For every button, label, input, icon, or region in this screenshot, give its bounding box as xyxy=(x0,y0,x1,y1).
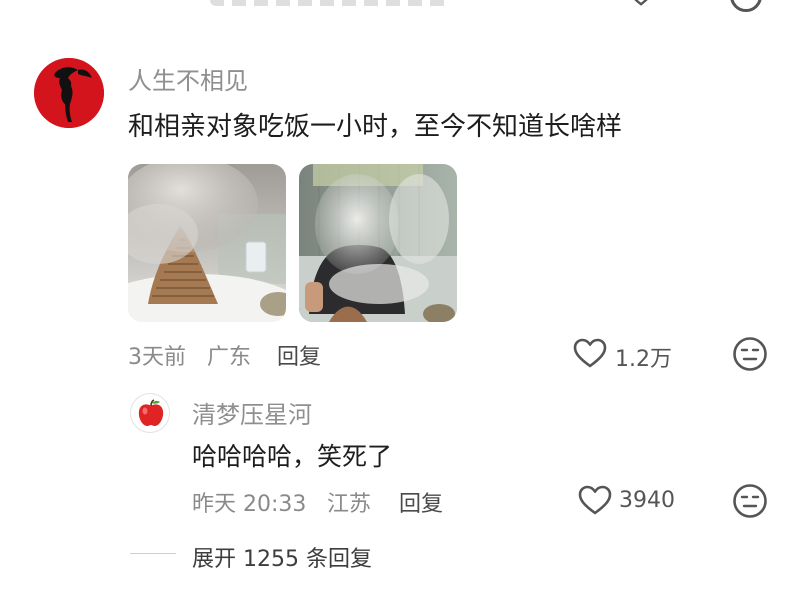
expand-replies-button[interactable]: 展开 1255 条回复 xyxy=(192,541,372,573)
photo-fog-sculpture-icon xyxy=(128,164,286,322)
reply-location: 江苏 xyxy=(327,492,372,517)
heart-icon[interactable] xyxy=(626,0,656,8)
avatar[interactable] xyxy=(34,58,104,128)
comment-time: 3天前 xyxy=(128,345,186,370)
comment-image-1[interactable] xyxy=(128,164,286,322)
red-dancer-avatar-icon xyxy=(34,58,104,128)
comment-image-2[interactable] xyxy=(299,164,457,322)
heart-icon[interactable] xyxy=(572,337,608,369)
comment-like-count: 1.2万 xyxy=(615,347,672,372)
reply-text: 哈哈哈哈，笑死了 xyxy=(192,442,393,471)
expand-divider xyxy=(130,553,176,554)
reply-like-count: 3940 xyxy=(619,488,675,513)
neutral-face-icon[interactable] xyxy=(732,483,768,519)
avatar[interactable] xyxy=(130,393,170,433)
reply-time: 昨天 20:33 xyxy=(192,492,307,517)
neutral-face-icon[interactable] xyxy=(730,0,762,12)
comment-username[interactable]: 人生不相见 xyxy=(128,61,248,96)
comment-text: 和相亲对象吃饭一小时，至今不知道长啥样 xyxy=(128,112,623,142)
heart-icon[interactable] xyxy=(577,484,613,516)
photo-fog-person-icon xyxy=(299,164,457,322)
comment-reply-button[interactable]: 回复 xyxy=(277,339,321,371)
previous-comment-strip xyxy=(0,0,800,14)
reply-reply-button[interactable]: 回复 xyxy=(399,486,443,518)
apple-avatar-icon xyxy=(138,399,164,426)
reply-username[interactable]: 清梦压星河 xyxy=(192,395,312,430)
comment-location: 广东 xyxy=(207,345,252,370)
previous-comment-meta xyxy=(210,0,450,6)
neutral-face-icon[interactable] xyxy=(732,336,768,372)
